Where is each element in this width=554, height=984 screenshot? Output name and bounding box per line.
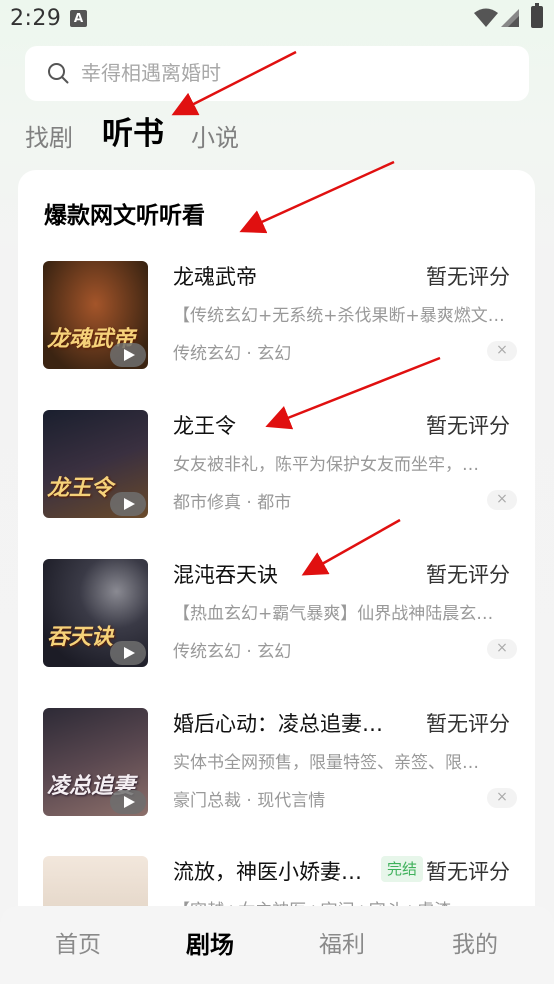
- book-title: 流放，神医小娇妻…: [173, 860, 362, 884]
- status-bar: 2:29 A: [0, 0, 554, 38]
- nav-welfare[interactable]: 福利: [302, 906, 382, 984]
- tab-novel[interactable]: 小说: [191, 112, 239, 164]
- book-description: 女友被非礼，陈平为保护女友而坐牢，…: [173, 455, 479, 475]
- play-icon[interactable]: [110, 790, 146, 814]
- book-cover[interactable]: 凌总追妻: [43, 708, 148, 816]
- book-description: 实体书全网预售，限量特签、亲签、限…: [173, 753, 479, 773]
- play-icon[interactable]: [110, 641, 146, 665]
- nav-theater[interactable]: 剧场: [170, 906, 250, 984]
- book-title: 混沌吞天诀: [173, 563, 278, 587]
- nav-mine[interactable]: 我的: [435, 906, 515, 984]
- book-title: 龙魂武帝: [173, 265, 257, 289]
- rating-text: 暂无评分: [426, 414, 510, 438]
- book-title: 婚后心动：凌总追妻有…: [173, 712, 403, 736]
- book-tags: 传统玄幻 · 玄幻: [173, 344, 292, 364]
- play-icon[interactable]: [110, 492, 146, 516]
- cover-title: 吞天诀: [47, 624, 114, 650]
- search-icon: [48, 63, 69, 84]
- rating-text: 暂无评分: [426, 860, 510, 884]
- dismiss-button[interactable]: ×: [487, 639, 517, 659]
- status-time: 2:29: [10, 6, 62, 31]
- play-icon[interactable]: [110, 343, 146, 367]
- book-tags: 都市修真 · 都市: [173, 493, 292, 513]
- search-input[interactable]: 幸得相遇离婚时: [81, 46, 501, 101]
- dismiss-button[interactable]: ×: [487, 490, 517, 510]
- dismiss-button[interactable]: ×: [487, 341, 517, 361]
- dismiss-button[interactable]: ×: [487, 788, 517, 808]
- tab-find-drama[interactable]: 找剧: [25, 112, 73, 164]
- book-description: 【传统玄幻+无系统+杀伐果断+暴爽燃文…: [173, 306, 505, 326]
- bottom-navigation: 首页 剧场 福利 我的: [0, 906, 554, 984]
- list-item[interactable]: 龙王令 龙王令 暂无评分 女友被非礼，陈平为保护女友而坐牢，… 都市修真 · 都…: [18, 410, 535, 530]
- rating-text: 暂无评分: [426, 265, 510, 289]
- rating-text: 暂无评分: [426, 712, 510, 736]
- rating-text: 暂无评分: [426, 563, 510, 587]
- cover-title: 龙王令: [47, 475, 114, 501]
- book-title: 龙王令: [173, 414, 236, 438]
- nav-home[interactable]: 首页: [38, 906, 118, 984]
- content-card: 爆款网文听听看 龙魂武帝 龙魂武帝 暂无评分 【传统玄幻+无系统+杀伐果断+暴爽…: [18, 170, 535, 930]
- list-item[interactable]: 吞天诀 混沌吞天诀 暂无评分 【热血玄幻+霸气暴爽】仙界战神陆晨玄… 传统玄幻 …: [18, 559, 535, 679]
- list-item[interactable]: 凌总追妻 婚后心动：凌总追妻有… 暂无评分 实体书全网预售，限量特签、亲签、限……: [18, 708, 535, 828]
- tab-audiobook[interactable]: 听书: [102, 108, 164, 160]
- status-badge: 完结: [381, 856, 424, 882]
- book-tags: 传统玄幻 · 玄幻: [173, 642, 292, 662]
- signal-icon: [501, 9, 519, 27]
- list-item[interactable]: 龙魂武帝 龙魂武帝 暂无评分 【传统玄幻+无系统+杀伐果断+暴爽燃文… 传统玄幻…: [18, 261, 535, 381]
- book-tags: 豪门总裁 · 现代言情: [173, 791, 326, 811]
- search-bar[interactable]: 幸得相遇离婚时: [25, 46, 529, 101]
- a-letter-icon: A: [70, 10, 87, 27]
- book-cover[interactable]: 龙魂武帝: [43, 261, 148, 369]
- section-title: 爆款网文听听看: [44, 203, 205, 229]
- book-cover[interactable]: 吞天诀: [43, 559, 148, 667]
- category-tabs: 找剧 听书 小说: [0, 112, 554, 164]
- book-cover[interactable]: 龙王令: [43, 410, 148, 518]
- book-description: 【热血玄幻+霸气暴爽】仙界战神陆晨玄…: [173, 604, 494, 624]
- wifi-icon: [474, 8, 498, 27]
- battery-icon: [531, 3, 543, 28]
